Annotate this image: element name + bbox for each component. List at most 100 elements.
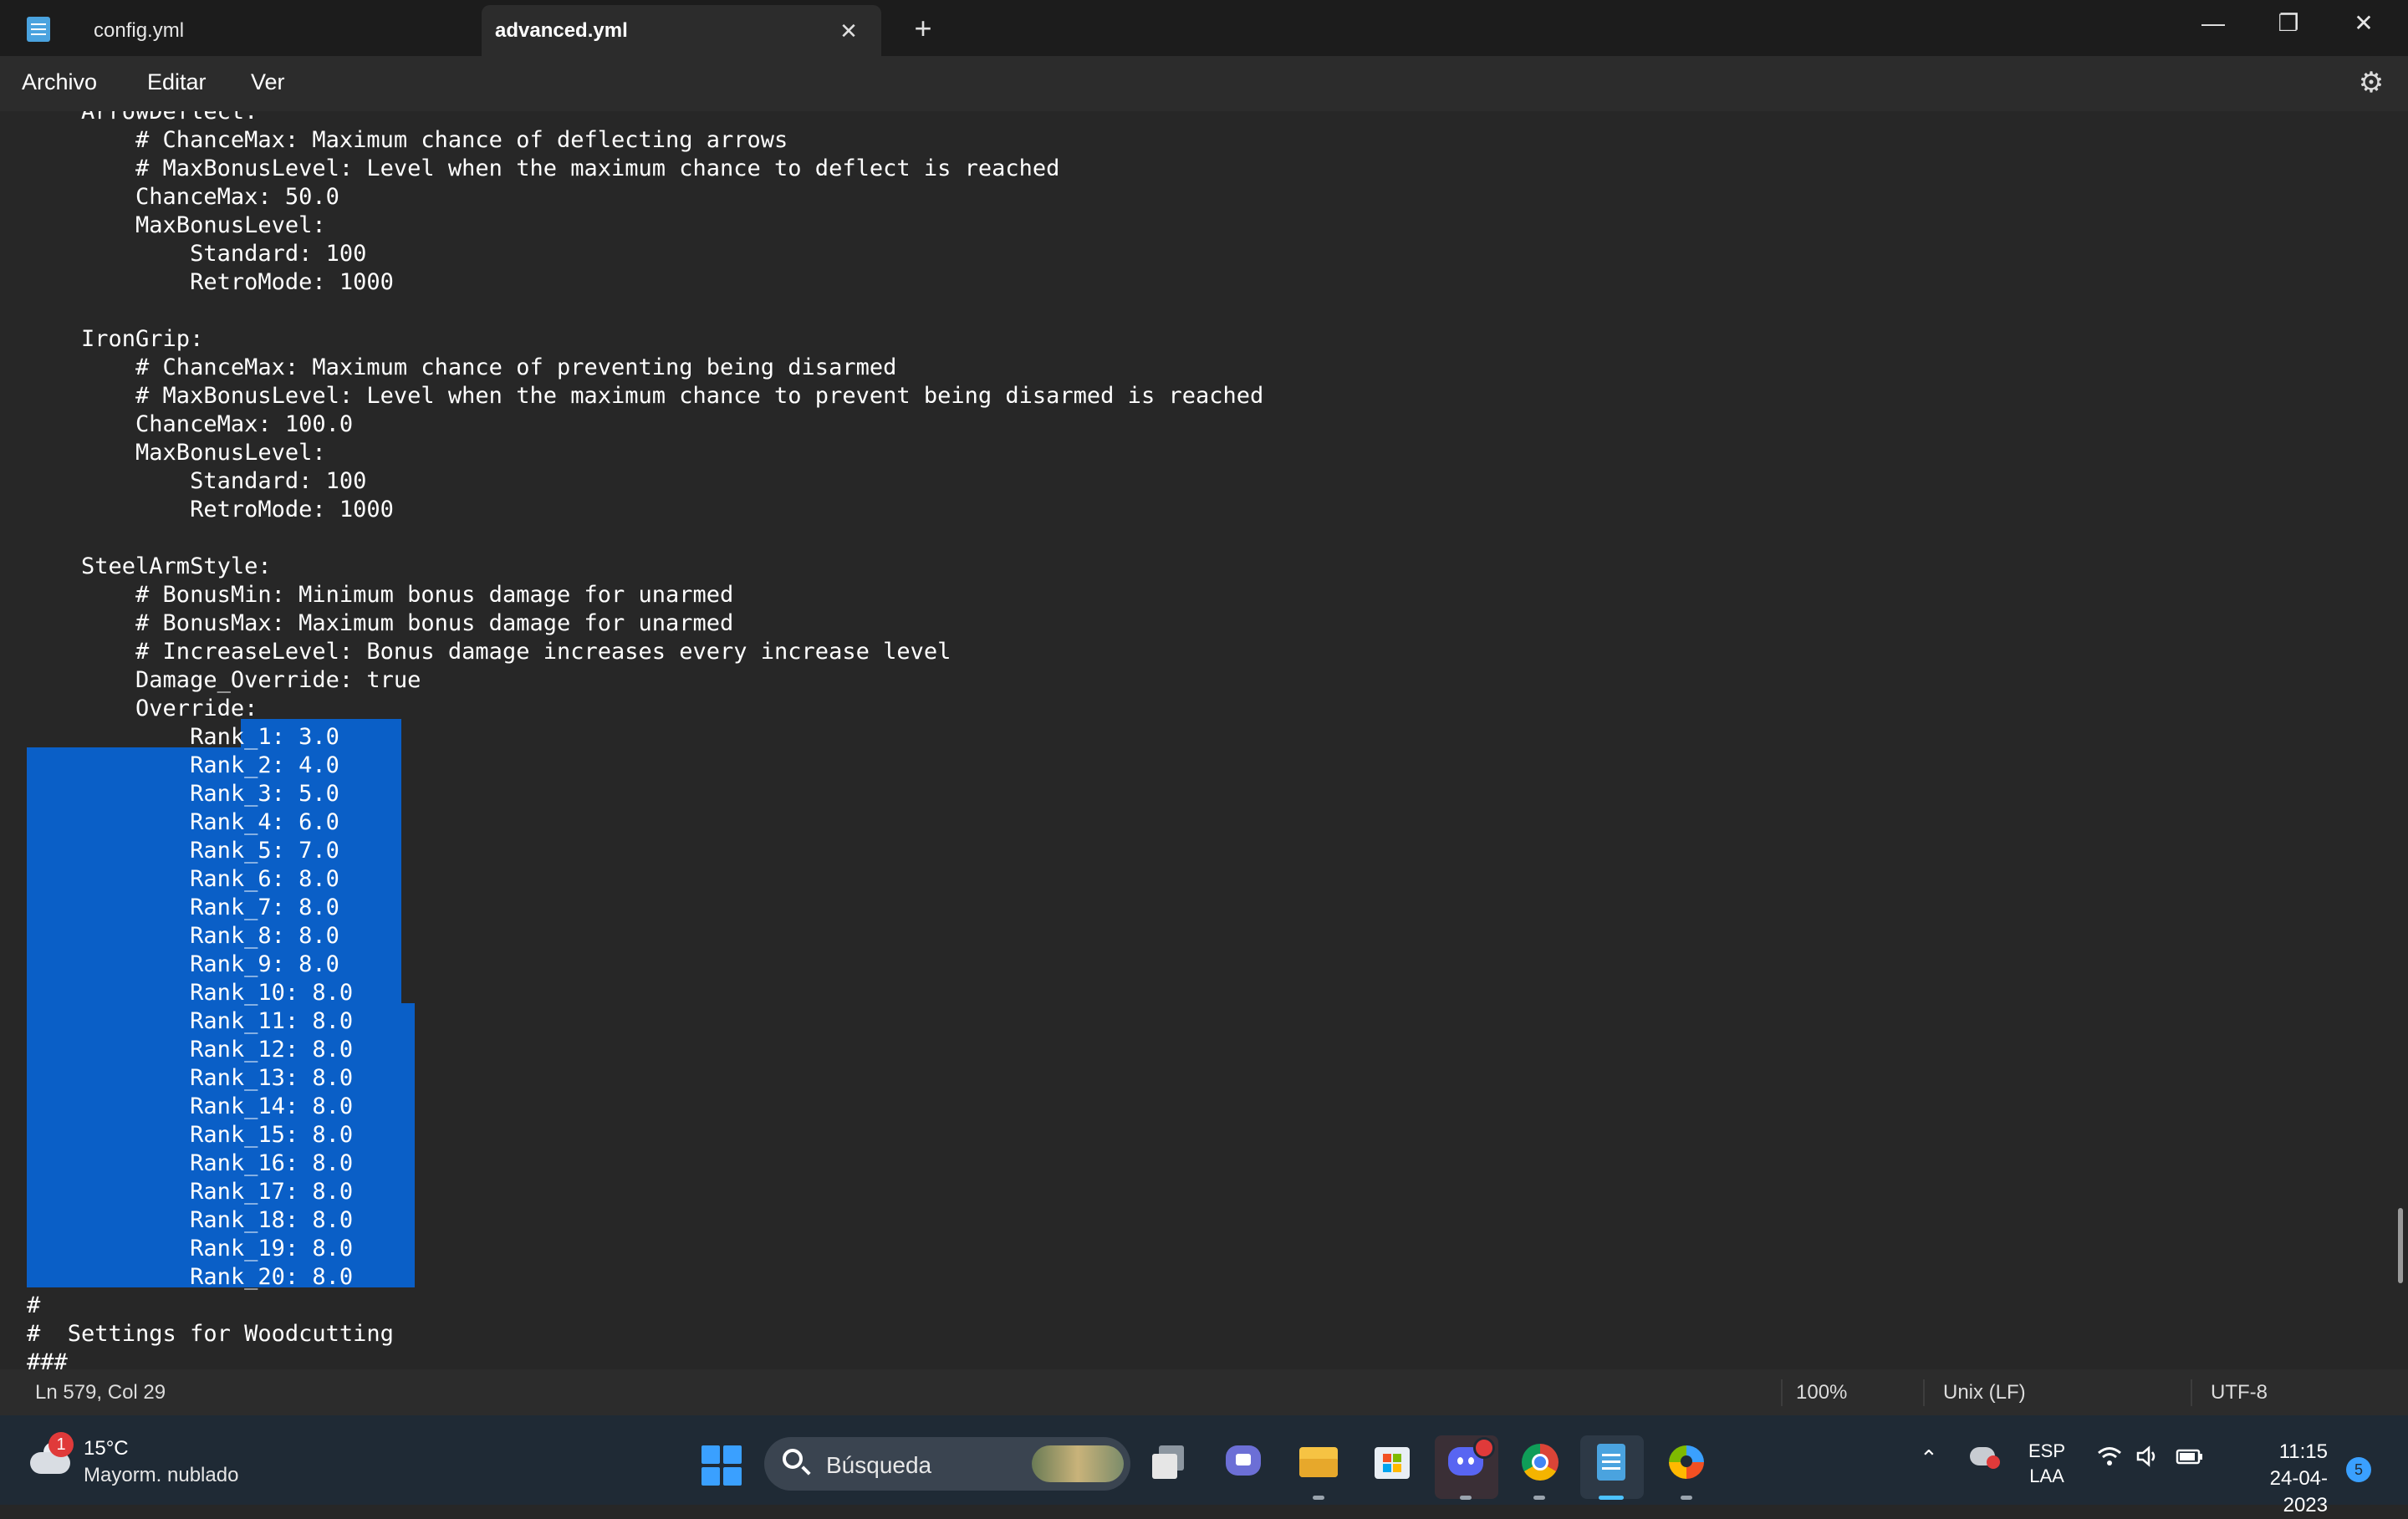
code-line: # MaxBonusLevel: Level when the maximum … bbox=[27, 155, 1060, 181]
code-line: Rank_6: 8.0 bbox=[27, 866, 339, 892]
code-line: ArrowDeflect: bbox=[27, 111, 258, 125]
code-line: Rank_13: 8.0 bbox=[27, 1065, 354, 1091]
tab-label: advanced.yml bbox=[495, 18, 628, 42]
settings-gear-icon[interactable]: ⚙ bbox=[2356, 68, 2386, 98]
weather-badge: 1 bbox=[48, 1432, 74, 1457]
running-indicator bbox=[1681, 1496, 1692, 1500]
running-indicator bbox=[1533, 1496, 1545, 1500]
menu-ver[interactable]: Ver bbox=[251, 69, 285, 95]
code-line: # Settings for Woodcutting bbox=[27, 1321, 394, 1347]
code-line: # BonusMax: Maximum bonus damage for una… bbox=[27, 610, 734, 636]
close-tab-icon[interactable]: ✕ bbox=[836, 18, 861, 43]
text-editor[interactable]: ArrowDeflect: # ChanceMax: Maximum chanc… bbox=[0, 111, 2408, 1369]
tab-label: config.yml bbox=[94, 18, 185, 42]
taskbar: 1 15°C Mayorm. nublado Búsqueda ⌃ ESP LA… bbox=[0, 1415, 2408, 1516]
code-line: Rank_8: 8.0 bbox=[27, 923, 339, 949]
zoom-level: 100% bbox=[1796, 1381, 1848, 1404]
code-line: # MaxBonusLevel: Level when the maximum … bbox=[27, 383, 1264, 409]
code-line: Rank_15: 8.0 bbox=[27, 1122, 354, 1148]
code-line: ChanceMax: 100.0 bbox=[27, 411, 354, 437]
status-divider bbox=[1781, 1379, 1783, 1406]
tab-advanced[interactable]: advanced.yml ✕ bbox=[482, 5, 881, 56]
menu-archivo[interactable]: Archivo bbox=[22, 69, 97, 95]
search-placeholder: Búsqueda bbox=[826, 1452, 932, 1478]
onedrive-cloud-icon[interactable] bbox=[1970, 1447, 2000, 1469]
code-line: Standard: 100 bbox=[27, 241, 367, 267]
maximize-button[interactable]: ❐ bbox=[2251, 0, 2326, 47]
search-icon bbox=[783, 1449, 803, 1469]
code-line: SteelArmStyle: bbox=[27, 553, 272, 579]
code-line: MaxBonusLevel: bbox=[27, 212, 326, 238]
code-line: Rank_18: 8.0 bbox=[27, 1207, 354, 1233]
tab-config[interactable]: config.yml bbox=[72, 5, 480, 56]
active-indicator bbox=[1599, 1496, 1624, 1500]
notepad-taskbar-icon[interactable] bbox=[1590, 1440, 1632, 1482]
code-line: Rank_3: 5.0 bbox=[27, 781, 339, 807]
code-line: Override: bbox=[27, 696, 258, 721]
volume-icon[interactable] bbox=[2135, 1445, 2161, 1473]
code-line: # ChanceMax: Maximum chance of preventin… bbox=[27, 354, 897, 380]
paint-icon[interactable] bbox=[1666, 1440, 1707, 1482]
code-line: Rank_10: 8.0 bbox=[27, 980, 354, 1006]
code-line: Rank_14: 8.0 bbox=[27, 1093, 354, 1119]
code-line: Rank_4: 6.0 bbox=[27, 809, 339, 835]
title-bar: config.yml advanced.yml ✕ + — ❐ ✕ bbox=[0, 0, 2408, 56]
notification-badge[interactable]: 5 bbox=[2346, 1457, 2371, 1482]
close-window-button[interactable]: ✕ bbox=[2326, 0, 2401, 47]
taskbar-search[interactable]: Búsqueda bbox=[764, 1437, 1130, 1491]
cursor-position: Ln 579, Col 29 bbox=[35, 1381, 166, 1404]
code-line: RetroMode: 1000 bbox=[27, 497, 394, 522]
chrome-icon[interactable] bbox=[1518, 1440, 1560, 1482]
language-indicator[interactable]: ESP LAA bbox=[2028, 1439, 2065, 1489]
line-ending: Unix (LF) bbox=[1943, 1381, 2026, 1404]
code-line: IronGrip: bbox=[27, 326, 204, 352]
new-tab-button[interactable]: + bbox=[906, 12, 940, 45]
code-line: Rank_1: 3.0 bbox=[27, 724, 339, 750]
menu-editar[interactable]: Editar bbox=[147, 69, 207, 95]
code-line: MaxBonusLevel: bbox=[27, 440, 326, 466]
microsoft-store-icon[interactable] bbox=[1371, 1440, 1413, 1482]
code-line: Damage_Override: true bbox=[27, 667, 421, 693]
teams-chat-icon[interactable] bbox=[1222, 1440, 1264, 1482]
running-indicator bbox=[1460, 1496, 1472, 1500]
code-line: # BonusMin: Minimum bonus damage for una… bbox=[27, 582, 734, 608]
wifi-icon[interactable] bbox=[2097, 1445, 2122, 1473]
clock-time: 11:15 bbox=[2278, 1440, 2328, 1463]
code-line: # ChanceMax: Maximum chance of deflectin… bbox=[27, 127, 788, 153]
code-line: Rank_20: 8.0 bbox=[27, 1264, 354, 1290]
weather-description[interactable]: Mayorm. nublado bbox=[84, 1464, 238, 1487]
code-line: ### bbox=[27, 1349, 68, 1369]
code-line: Rank_17: 8.0 bbox=[27, 1179, 354, 1205]
start-button[interactable] bbox=[701, 1445, 742, 1486]
language-primary: ESP bbox=[2028, 1440, 2066, 1461]
status-divider bbox=[2191, 1379, 2192, 1406]
code-line: Rank_5: 7.0 bbox=[27, 838, 339, 864]
vertical-scrollbar[interactable] bbox=[2398, 1208, 2403, 1283]
code-line: RetroMode: 1000 bbox=[27, 269, 394, 295]
clock-date: 24-04-2023 bbox=[2269, 1467, 2328, 1516]
code-line: Rank_7: 8.0 bbox=[27, 895, 339, 920]
code-line: Rank_19: 8.0 bbox=[27, 1236, 354, 1262]
chevron-up-icon[interactable]: ⌃ bbox=[1920, 1445, 1938, 1471]
minimize-button[interactable]: — bbox=[2176, 0, 2251, 47]
battery-icon[interactable] bbox=[2176, 1445, 2204, 1473]
code-line: Standard: 100 bbox=[27, 468, 367, 494]
system-clock[interactable]: 11:15 24-04-2023 bbox=[2227, 1439, 2328, 1519]
task-view-icon[interactable] bbox=[1150, 1440, 1192, 1482]
code-line: ChanceMax: 50.0 bbox=[27, 184, 339, 210]
encoding: UTF-8 bbox=[2211, 1381, 2268, 1404]
code-line: Rank_16: 8.0 bbox=[27, 1150, 354, 1176]
status-bar: Ln 579, Col 29 100% Unix (LF) UTF-8 bbox=[0, 1369, 2408, 1415]
notepad-app-icon bbox=[27, 17, 50, 42]
status-divider bbox=[1923, 1379, 1925, 1406]
code-line: Rank_2: 4.0 bbox=[27, 752, 339, 778]
menu-bar: Archivo Editar Ver ⚙ bbox=[0, 56, 2408, 111]
file-explorer-icon[interactable] bbox=[1298, 1440, 1339, 1482]
code-line: Rank_12: 8.0 bbox=[27, 1037, 354, 1063]
weather-temperature[interactable]: 15°C bbox=[84, 1437, 129, 1460]
search-highlight-image bbox=[1032, 1445, 1124, 1482]
code-line: # IncreaseLevel: Bonus damage increases … bbox=[27, 639, 951, 665]
discord-icon[interactable] bbox=[1445, 1437, 1495, 1482]
language-secondary: LAA bbox=[2029, 1465, 2064, 1486]
code-line: Rank_9: 8.0 bbox=[27, 951, 339, 977]
